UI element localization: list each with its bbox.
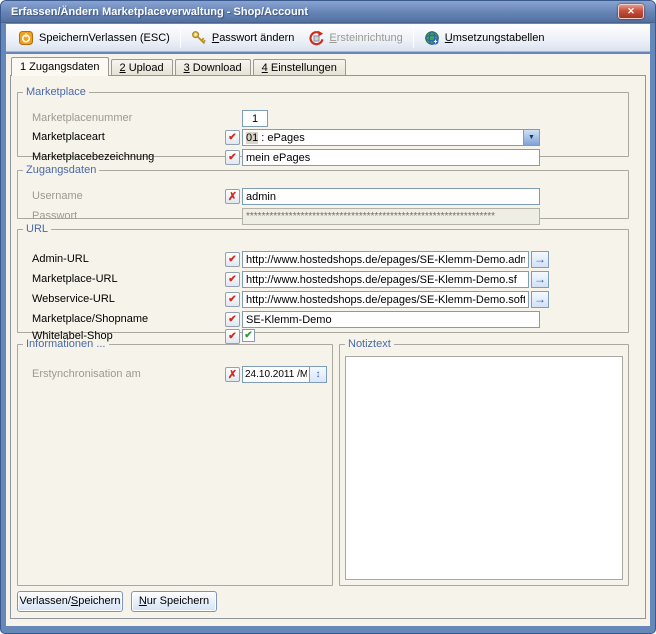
admin-url-label: Admin-URL	[32, 251, 89, 268]
field-check-button[interactable]	[225, 292, 240, 307]
change-password-label: Passwort ändern	[212, 32, 295, 44]
keys-icon	[191, 30, 207, 46]
group-zugangsdaten-legend: Zugangsdaten	[23, 164, 99, 176]
shopname-input[interactable]	[242, 311, 540, 328]
tab-download[interactable]: 3 Download	[175, 59, 251, 76]
field-check-button[interactable]	[225, 150, 240, 165]
group-informationen: Informationen ... Erstynchronisation am …	[17, 338, 333, 586]
marketplaceart-label: Marketplaceart	[32, 129, 105, 146]
field-check-button[interactable]	[225, 130, 240, 145]
dialog-window: Erfassen/Ändern Marketplaceverwaltung - …	[0, 0, 656, 634]
row-shopname: Marketplace/Shopname	[18, 311, 628, 328]
notiztext-textarea[interactable]	[345, 356, 623, 580]
marketplacenummer-label: Marketplacenummer	[32, 110, 132, 127]
group-notiztext-legend: Notiztext	[345, 338, 394, 350]
webservice-url-input[interactable]	[242, 291, 529, 308]
tab-upload[interactable]: 2 Upload	[111, 59, 173, 76]
row-erstsync: Erstynchronisation am ↕	[18, 366, 332, 383]
change-password-button[interactable]: Passwort ändern	[184, 28, 302, 48]
mapping-tables-button[interactable]: Umsetzungstabellen	[417, 28, 552, 48]
group-zugangsdaten: Zugangsdaten Username Passwort	[17, 164, 629, 219]
group-informationen-legend: Informationen ...	[23, 338, 109, 350]
marketplaceart-value: 01 : ePages	[244, 131, 522, 144]
group-marketplace: Marketplace Marketplacenummer Marketplac…	[17, 86, 629, 157]
row-marketplaceart: Marketplaceart 01 : ePages ▼	[18, 129, 628, 146]
save-exit-button[interactable]: SpeichernVerlassen (ESC)	[11, 28, 177, 48]
marketplaceart-combobox[interactable]: 01 : ePages ▼	[242, 129, 540, 146]
first-setup-icon	[308, 30, 324, 46]
globe-icon	[424, 30, 440, 46]
dialog-content: 1 Zugangsdaten 2 Upload 3 Download 4 Ein…	[6, 54, 650, 626]
admin-url-input[interactable]	[242, 251, 529, 268]
row-marketplace-url: Marketplace-URL →	[18, 271, 628, 288]
open-url-icon[interactable]: →	[531, 291, 549, 308]
first-setup-label: Ersteinrichtung	[329, 32, 402, 44]
save-and-exit-button[interactable]: Verlassen/Speichern	[17, 591, 123, 612]
tab-zugangsdaten[interactable]: 1 Zugangsdaten	[11, 57, 109, 76]
group-notiztext: Notiztext	[339, 338, 629, 586]
group-url-legend: URL	[23, 223, 51, 235]
username-input[interactable]	[242, 188, 540, 205]
title-bar[interactable]: Erfassen/Ändern Marketplaceverwaltung - …	[1, 1, 655, 23]
marketplacenummer-input[interactable]	[242, 110, 268, 127]
close-button[interactable]: ✕	[618, 4, 644, 19]
field-check-button[interactable]	[225, 272, 240, 287]
save-only-button[interactable]: Nur Speichern	[131, 591, 217, 612]
window-title: Erfassen/Ändern Marketplaceverwaltung - …	[11, 1, 308, 23]
shopname-label: Marketplace/Shopname	[32, 311, 148, 328]
field-check-button[interactable]	[225, 252, 240, 267]
chevron-down-icon[interactable]: ▼	[523, 130, 539, 145]
erstsync-date-field: ↕	[242, 366, 327, 383]
first-setup-button: Ersteinrichtung	[301, 28, 409, 48]
field-x-button[interactable]	[225, 189, 240, 204]
date-spinner-icon[interactable]: ↕	[310, 366, 327, 383]
row-admin-url: Admin-URL →	[18, 251, 628, 268]
toolbar-separator	[180, 28, 181, 48]
row-webservice-url: Webservice-URL →	[18, 291, 628, 308]
toolbar: SpeichernVerlassen (ESC) Passwort ändern	[6, 24, 650, 52]
exit-save-icon	[18, 30, 34, 46]
username-label: Username	[32, 188, 83, 205]
tab-einstellungen[interactable]: 4 Einstellungen	[253, 59, 346, 76]
tab-page-zugangsdaten: Marketplace Marketplacenummer Marketplac…	[10, 75, 646, 619]
webservice-url-label: Webservice-URL	[32, 291, 115, 308]
row-username: Username	[18, 188, 628, 205]
open-url-icon[interactable]: →	[531, 251, 549, 268]
mapping-tables-label: Umsetzungstabellen	[445, 32, 545, 44]
marketplace-url-input[interactable]	[242, 271, 529, 288]
field-x-button[interactable]	[225, 367, 240, 382]
open-url-icon[interactable]: →	[531, 271, 549, 288]
marketplace-url-label: Marketplace-URL	[32, 271, 118, 288]
tab-strip: 1 Zugangsdaten 2 Upload 3 Download 4 Ein…	[11, 57, 348, 76]
row-marketplacenummer: Marketplacenummer	[18, 110, 628, 127]
toolbar-separator	[413, 28, 414, 48]
field-check-button[interactable]	[225, 312, 240, 327]
erstsync-date-input[interactable]	[242, 366, 310, 383]
erstsync-label: Erstynchronisation am	[32, 366, 141, 383]
group-url: URL Admin-URL → Marketplace-URL → Webser…	[17, 223, 629, 333]
save-exit-label: SpeichernVerlassen (ESC)	[39, 32, 170, 44]
group-marketplace-legend: Marketplace	[23, 86, 89, 98]
